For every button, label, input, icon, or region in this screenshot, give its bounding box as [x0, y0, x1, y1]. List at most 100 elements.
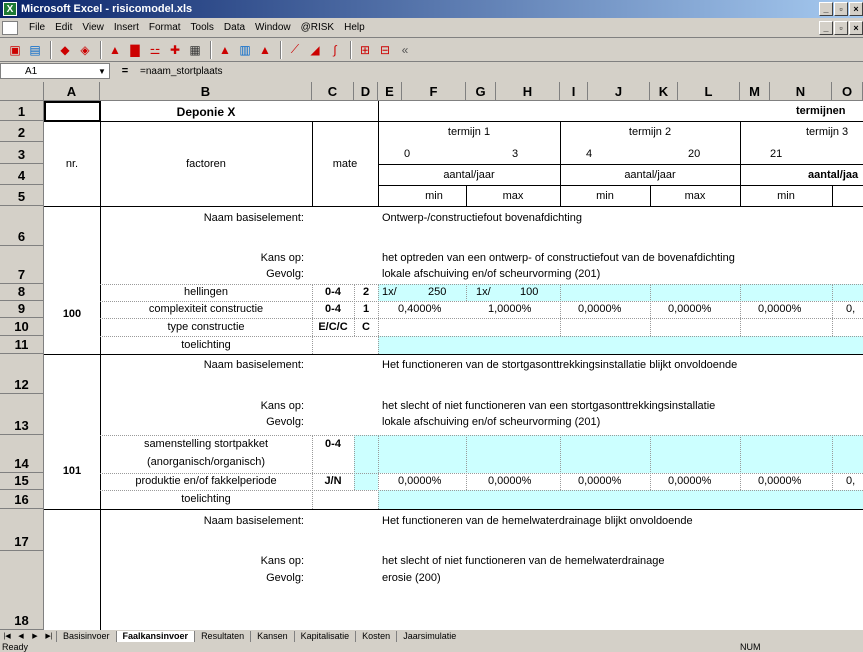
col-header-a[interactable]: A [44, 82, 100, 101]
add-input-icon[interactable]: ◆ [56, 41, 74, 59]
doc-close-button[interactable]: × [849, 21, 863, 35]
chevron-down-icon[interactable]: ▼ [96, 65, 108, 77]
selected-cell-a1[interactable] [44, 101, 101, 122]
freq-prefix-2[interactable]: 1x/ [476, 286, 491, 298]
row-header-12[interactable]: 12 [0, 354, 44, 394]
sensitivity-icon[interactable]: ✚ [166, 41, 184, 59]
score-complexiteit[interactable]: 1 [354, 303, 378, 315]
toelichting-101[interactable]: toelichting [100, 493, 312, 505]
pct-j9[interactable]: 0,0000% [578, 303, 621, 315]
col-header-h[interactable]: H [496, 82, 560, 101]
menu-format[interactable]: Format [144, 22, 186, 33]
pct-f9[interactable]: 0,4000% [398, 303, 441, 315]
tab-basisinvoer[interactable]: Basisinvoer [56, 630, 116, 642]
freq-prefix-1[interactable]: 1x/ [382, 286, 397, 298]
worksheet-grid[interactable]: A B C D E F G H I J K L M N O 1 2 3 4 5 … [0, 82, 863, 630]
sheet-title[interactable]: Deponie X [100, 105, 312, 119]
histogram-icon[interactable]: ▇ [126, 41, 144, 59]
factor-complexiteit[interactable]: complexiteit constructie [100, 303, 312, 315]
factor-produktie[interactable]: produktie en/of fakkelperiode [100, 475, 312, 487]
more-buttons-icon[interactable]: « [396, 41, 414, 59]
col-header-b[interactable]: B [100, 82, 312, 101]
col-header-d[interactable]: D [354, 82, 378, 101]
row-header-14[interactable]: 14 [0, 435, 44, 473]
menu-edit[interactable]: Edit [50, 22, 77, 33]
fit-icon[interactable]: ∫ [326, 41, 344, 59]
row-header-16[interactable]: 16 [0, 490, 44, 509]
distribution-icon[interactable]: ▲ [106, 41, 124, 59]
menu-file[interactable]: File [24, 22, 50, 33]
pct-n9[interactable]: 0,0000% [758, 303, 801, 315]
row-header-2[interactable]: 2 [0, 121, 44, 142]
simulation-settings-icon[interactable]: ▤ [26, 41, 44, 59]
row-header-18[interactable]: 18 [0, 551, 44, 630]
row-header-10[interactable]: 10 [0, 318, 44, 336]
formula-input[interactable]: =naam_stortplaats [140, 66, 223, 77]
factor-type[interactable]: type constructie [100, 321, 312, 333]
pct-n15[interactable]: 0,0000% [758, 475, 801, 487]
col-header-m[interactable]: M [740, 82, 770, 101]
document-icon[interactable] [2, 20, 18, 35]
col-header-c[interactable]: C [312, 82, 354, 101]
factor-samenstelling-sub[interactable]: (anorganisch/organisch) [100, 456, 312, 468]
menu-window[interactable]: Window [250, 22, 296, 33]
simulate-icon[interactable]: ▲ [216, 41, 234, 59]
mate-hellingen[interactable]: 0-4 [312, 286, 354, 298]
col-header-k[interactable]: K [650, 82, 678, 101]
results-icon[interactable]: ▥ [236, 41, 254, 59]
factor-hellingen[interactable]: hellingen [100, 286, 312, 298]
col-header-g[interactable]: G [466, 82, 496, 101]
menu-tools[interactable]: Tools [186, 22, 219, 33]
toelichting-100[interactable]: toelichting [100, 339, 312, 351]
pct-l9[interactable]: 0,0000% [668, 303, 711, 315]
score-type[interactable]: C [354, 321, 378, 333]
row-header-1[interactable]: 1 [0, 101, 44, 121]
doc-restore-button[interactable]: ▫ [834, 21, 848, 35]
tab-kosten[interactable]: Kosten [355, 630, 396, 642]
tab-kansen[interactable]: Kansen [250, 630, 294, 642]
settings-icon[interactable]: ⊟ [376, 41, 394, 59]
tab-jaarsimulatie[interactable]: Jaarsimulatie [396, 630, 462, 642]
row-header-5[interactable]: 5 [0, 185, 44, 206]
tab-faalkansinvoer[interactable]: Faalkansinvoer [115, 630, 195, 642]
mate-produktie[interactable]: J/N [312, 475, 354, 487]
tab-kapitalisatie[interactable]: Kapitalisatie [293, 630, 356, 642]
minimize-button[interactable]: _ [819, 2, 833, 16]
name-box[interactable]: A1 ▼ [0, 63, 110, 79]
menu-insert[interactable]: Insert [109, 22, 144, 33]
pct-o9[interactable]: 0, [846, 303, 855, 315]
col-header-n[interactable]: N [770, 82, 832, 101]
tornado-icon[interactable]: ⚍ [146, 41, 164, 59]
mate-complexiteit[interactable]: 0-4 [312, 303, 354, 315]
next-sheet-icon[interactable]: ▶ [28, 631, 42, 642]
row-header-15[interactable]: 15 [0, 473, 44, 490]
col-header-i[interactable]: I [560, 82, 588, 101]
freq-value-1[interactable]: 250 [428, 286, 446, 298]
report-icon[interactable]: ⊞ [356, 41, 374, 59]
mate-type[interactable]: E/C/C [312, 321, 354, 333]
score-hellingen[interactable]: 2 [354, 286, 378, 298]
pct-h9[interactable]: 1,0000% [488, 303, 531, 315]
pct-h15[interactable]: 0,0000% [488, 475, 531, 487]
row-header-7[interactable]: 7 [0, 246, 44, 284]
freq-value-2[interactable]: 100 [520, 286, 538, 298]
row-header-3[interactable]: 3 [0, 142, 44, 164]
mate-samenstelling[interactable]: 0-4 [312, 438, 354, 450]
col-header-o[interactable]: O [832, 82, 863, 101]
model-window-icon[interactable]: ▣ [6, 41, 24, 59]
col-header-f[interactable]: F [402, 82, 466, 101]
select-all-corner[interactable] [0, 82, 44, 101]
pct-f15[interactable]: 0,0000% [398, 475, 441, 487]
factor-samenstelling[interactable]: samenstelling stortpakket [100, 438, 312, 450]
menu-risk[interactable]: @RISK [296, 22, 340, 33]
line-icon[interactable]: ⟋ [286, 41, 304, 59]
row-header-17[interactable]: 17 [0, 509, 44, 551]
row-header-13[interactable]: 13 [0, 394, 44, 435]
pct-o15[interactable]: 0, [846, 475, 855, 487]
menu-view[interactable]: View [77, 22, 109, 33]
restore-button[interactable]: ▫ [834, 2, 848, 16]
row-header-6[interactable]: 6 [0, 206, 44, 246]
add-output-icon[interactable]: ◈ [76, 41, 94, 59]
row-header-9[interactable]: 9 [0, 301, 44, 318]
row-header-8[interactable]: 8 [0, 284, 44, 301]
